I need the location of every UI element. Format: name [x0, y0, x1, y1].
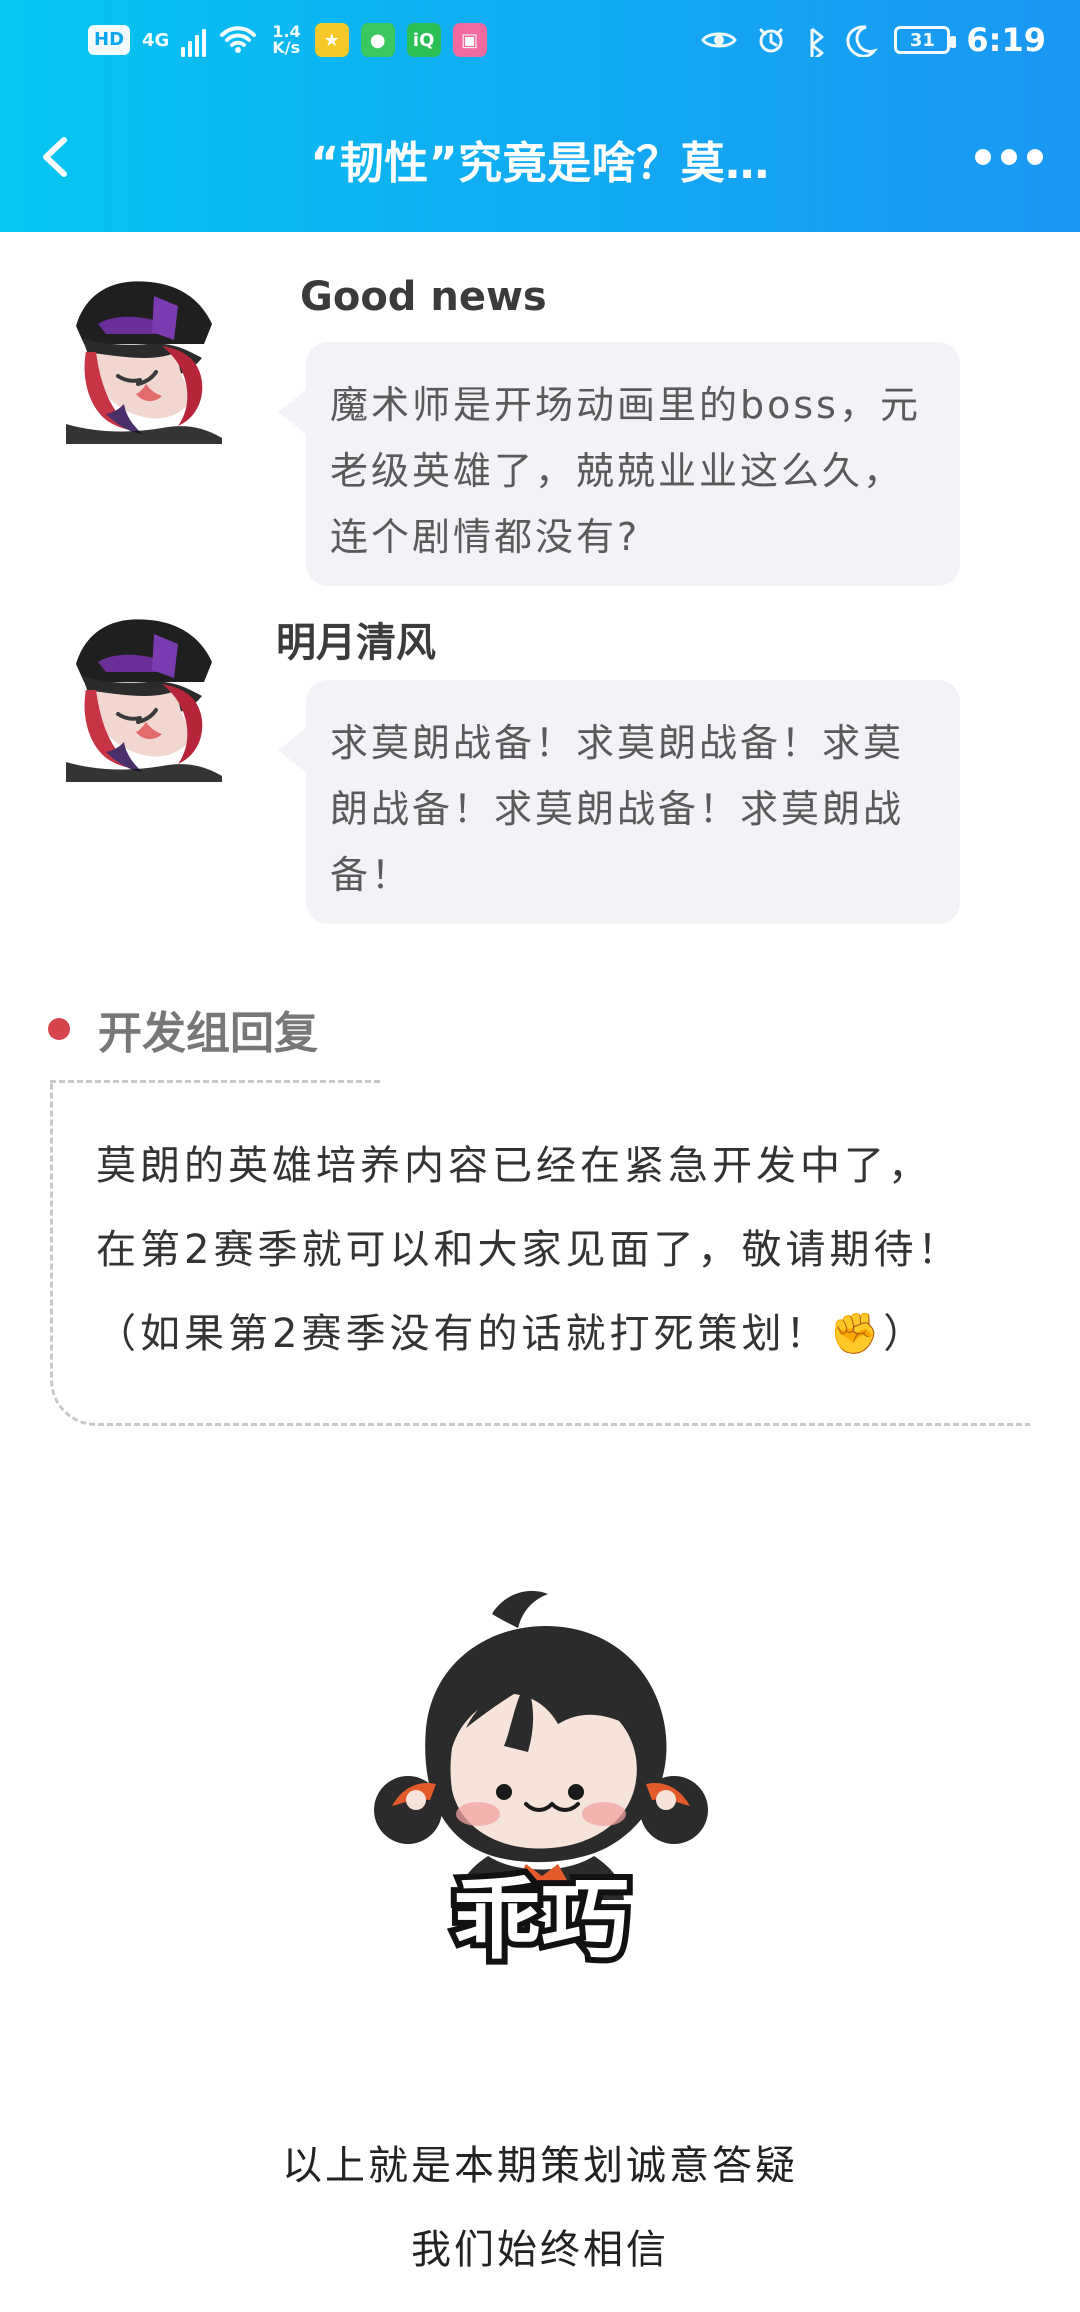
dev-reply-line: （如果第2赛季没有的话就打死策划！✊）	[96, 1311, 928, 1357]
comment-bubble: 魔术师是开场动画里的boss，元老级英雄了，兢兢业业这么久，连个剧情都没有?	[278, 342, 960, 586]
avatar	[66, 274, 222, 444]
back-button[interactable]	[22, 122, 92, 192]
comment-text: 魔术师是开场动画里的boss，元老级英雄了，兢兢业业这么久，连个剧情都没有?	[330, 383, 921, 559]
comment-text: 求莫朗战备！求莫朗战备！求莫朗战备！求莫朗战备！求莫朗战备！	[330, 721, 905, 897]
eye-icon	[700, 23, 738, 57]
section-dot	[48, 1018, 70, 1040]
more-dot	[1001, 149, 1017, 165]
bluetooth-icon	[804, 23, 828, 57]
comment-item: 明月清风 求莫朗战备！求莫朗战备！求莫朗战备！求莫朗战备！求莫朗战备！	[0, 570, 1080, 924]
more-dot	[975, 149, 991, 165]
comment-bubble: 求莫朗战备！求莫朗战备！求莫朗战备！求莫朗战备！求莫朗战备！	[278, 680, 960, 924]
network-label: 4G	[142, 29, 170, 51]
comment-author: 明月清风	[276, 620, 436, 666]
footer-line: 我们始终相信	[411, 2227, 669, 2273]
status-left: HD 4G 1.4 K/s ★ ● iQ ▣	[88, 18, 487, 62]
dev-reply-title: 开发组回复	[48, 994, 318, 1064]
dev-reply-text: 莫朗的英雄培养内容已经在紧急开发中了， 在第2赛季就可以和大家见面了，敬请期待！…	[96, 1124, 1016, 1376]
comment-item: Good news 魔术师是开场动画里的boss，元老级英雄了，兢兢业业这么久，…	[0, 232, 1080, 586]
network-speed: 1.4 K/s	[272, 24, 300, 56]
dev-reply-line: 莫朗的英雄培养内容已经在紧急开发中了，	[96, 1143, 932, 1189]
article-content: Good news 魔术师是开场动画里的boss，元老级英雄了，兢兢业业这么久，…	[0, 232, 1080, 2312]
moon-icon	[844, 23, 879, 57]
chevron-left-icon	[34, 134, 80, 180]
sticker-caption: 乖巧	[453, 1868, 629, 1971]
status-right: 31 6:19	[700, 18, 1046, 62]
hd-badge: HD	[88, 25, 131, 55]
dev-reply-title-text: 开发组回复	[98, 1008, 318, 1059]
navigation-bar: “韧性”究竟是啥？莫…	[0, 84, 1080, 232]
more-dot	[1027, 149, 1043, 165]
clock-time: 6:19	[966, 21, 1046, 59]
battery-indicator: 31	[894, 26, 957, 54]
comment-author: Good news	[300, 274, 547, 320]
alarm-icon	[754, 23, 788, 57]
wechat-icon: ●	[360, 23, 395, 57]
wifi-icon	[218, 23, 258, 57]
battery-level: 31	[909, 29, 935, 51]
page-title: “韧性”究竟是啥？莫…	[310, 138, 770, 189]
more-button[interactable]	[966, 126, 1052, 188]
iqiyi-icon: iQ	[406, 23, 441, 57]
dev-reply-line: 在第2赛季就可以和大家见面了，敬请期待！	[96, 1227, 962, 1273]
top-bar: HD 4G 1.4 K/s ★ ● iQ ▣ 31 6:19 “韧性”究竟是啥？…	[0, 0, 1080, 232]
network-speed-bottom: K/s	[272, 38, 301, 57]
footer-text: 以上就是本期策划诚意答疑 我们始终相信	[0, 2124, 1080, 2292]
app-notification-icon-2: ▣	[452, 23, 487, 57]
app-notification-icon-1: ★	[314, 23, 349, 57]
avatar	[66, 612, 222, 782]
signal-icon	[181, 23, 207, 57]
status-bar: HD 4G 1.4 K/s ★ ● iQ ▣ 31 6:19	[0, 0, 1080, 84]
sticker-image: 乖巧	[356, 1578, 726, 1998]
footer-line: 以上就是本期策划诚意答疑	[282, 2143, 798, 2189]
